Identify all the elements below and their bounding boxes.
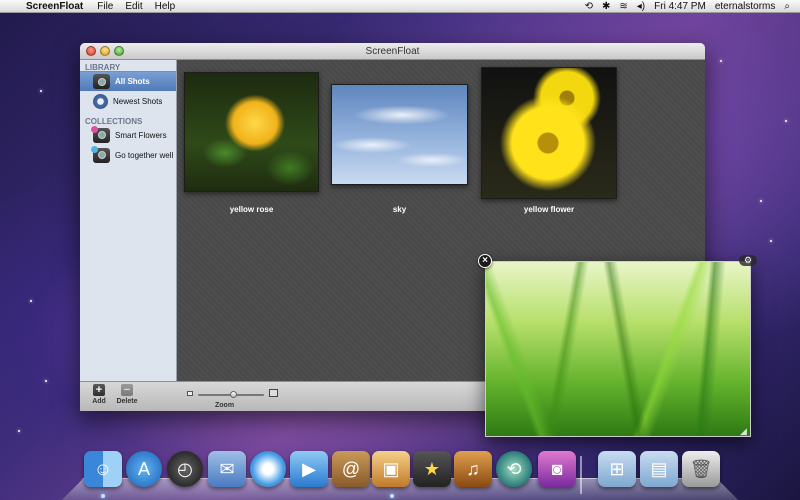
resize-handle-icon[interactable]: ◢ xyxy=(740,426,750,436)
documents-folder-icon[interactable]: ▤ xyxy=(640,451,678,487)
time-machine-icon[interactable]: ⟲ xyxy=(585,1,593,12)
shot-label: yellow rose xyxy=(229,205,274,214)
camera-icon xyxy=(93,74,110,89)
menu-file[interactable]: File xyxy=(97,1,113,12)
window-title: ScreenFloat xyxy=(365,45,420,57)
gear-icon[interactable]: ⚙ xyxy=(739,255,757,266)
floating-shot-panel[interactable] xyxy=(485,261,751,437)
trash-icon[interactable]: 🗑 xyxy=(682,451,720,487)
iphoto-icon[interactable]: ▣ xyxy=(372,451,410,487)
smart-collection-icon xyxy=(91,125,110,143)
mail-icon[interactable]: ✉ xyxy=(208,451,246,487)
collection-icon xyxy=(91,145,110,163)
menu-help[interactable]: Help xyxy=(155,1,176,12)
zoom-slider[interactable] xyxy=(198,391,264,398)
bluetooth-icon[interactable]: ✱ xyxy=(602,1,610,12)
sidebar-item-label: Newest Shots xyxy=(113,96,163,106)
sidebar-item-all-shots[interactable]: All Shots xyxy=(80,71,176,91)
sidebar-item-newest-shots[interactable]: Newest Shots xyxy=(80,91,176,111)
star xyxy=(18,430,20,432)
menu-extras: ⟲ ✱ ≋ ◂) Fri 4:47 PM eternalstorms ⌕ xyxy=(585,1,800,12)
sidebar-item-smart-flowers[interactable]: Smart Flowers xyxy=(80,125,176,145)
zoom-label: Zoom xyxy=(215,402,235,409)
sidebar-item-label: All Shots xyxy=(115,77,150,86)
minimize-window-icon[interactable] xyxy=(100,46,110,56)
star xyxy=(30,300,32,302)
close-icon[interactable]: × xyxy=(478,254,492,268)
sidebar-item-label: Smart Flowers xyxy=(115,130,167,140)
shot-thumbnail-yellow-rose[interactable] xyxy=(184,72,319,192)
menu-app-name[interactable]: ScreenFloat xyxy=(26,1,83,12)
zoom-control: Zoom xyxy=(187,388,282,410)
applications-folder-icon[interactable]: ⊞ xyxy=(598,451,636,487)
finder-icon[interactable]: ☺ xyxy=(84,451,122,487)
menu-bar: ScreenFloat File Edit Help ⟲ ✱ ≋ ◂) Fri … xyxy=(0,0,800,13)
wifi-icon[interactable]: ≋ xyxy=(619,1,627,12)
zoom-slider-knob[interactable] xyxy=(230,391,238,398)
sidebar-item-go-together-well[interactable]: Go together well xyxy=(80,145,176,165)
dashboard-icon[interactable]: ◴ xyxy=(167,451,203,487)
delete-button[interactable]: − Delete xyxy=(113,384,141,405)
menu-edit[interactable]: Edit xyxy=(125,1,142,12)
shot-thumbnail-sky[interactable] xyxy=(331,84,468,185)
plus-icon: + xyxy=(93,384,105,396)
star xyxy=(40,90,42,92)
delete-label: Delete xyxy=(116,398,138,405)
imovie-icon[interactable]: ★ xyxy=(413,451,451,487)
window-controls xyxy=(86,46,124,56)
shot-label: sky xyxy=(392,205,407,214)
shot-thumbnail-yellow-flower[interactable] xyxy=(481,67,617,199)
spotlight-icon[interactable]: ⌕ xyxy=(784,1,790,12)
minus-icon: − xyxy=(121,384,133,396)
running-indicator xyxy=(390,494,394,498)
safari-icon[interactable]: ✦ xyxy=(250,451,286,487)
sidebar-item-label: Go together well xyxy=(115,150,174,160)
library-header: LIBRARY xyxy=(85,63,121,72)
menu-clock[interactable]: Fri 4:47 PM xyxy=(654,1,706,12)
volume-icon[interactable]: ◂) xyxy=(637,1,645,12)
small-thumbnail-icon xyxy=(187,391,193,396)
time-machine-dock-icon[interactable]: ⟲ xyxy=(496,451,532,487)
add-button[interactable]: + Add xyxy=(85,384,113,405)
address-book-icon[interactable]: @ xyxy=(332,451,370,487)
title-bar[interactable]: ScreenFloat xyxy=(80,43,705,60)
star xyxy=(45,380,47,382)
shot-label: yellow flower xyxy=(523,205,575,214)
garageband-icon[interactable]: ♫ xyxy=(454,451,492,487)
dock-separator xyxy=(580,456,582,494)
facetime-icon[interactable]: ▶ xyxy=(290,451,328,487)
star xyxy=(770,240,772,242)
running-indicator xyxy=(101,494,105,498)
menu-user[interactable]: eternalstorms xyxy=(715,1,776,12)
collections-header: COLLECTIONS xyxy=(85,117,143,126)
star xyxy=(785,120,787,122)
star xyxy=(720,60,722,62)
close-window-icon[interactable] xyxy=(86,46,96,56)
large-thumbnail-icon xyxy=(269,389,278,397)
sidebar: LIBRARY All Shots Newest Shots COLLECTIO… xyxy=(80,60,177,381)
photo-booth-icon[interactable]: ◙ xyxy=(538,451,576,487)
star xyxy=(760,200,762,202)
clock-icon xyxy=(93,93,108,109)
add-label: Add xyxy=(92,398,106,405)
app-store-icon[interactable]: A xyxy=(126,451,162,487)
zoom-window-icon[interactable] xyxy=(114,46,124,56)
